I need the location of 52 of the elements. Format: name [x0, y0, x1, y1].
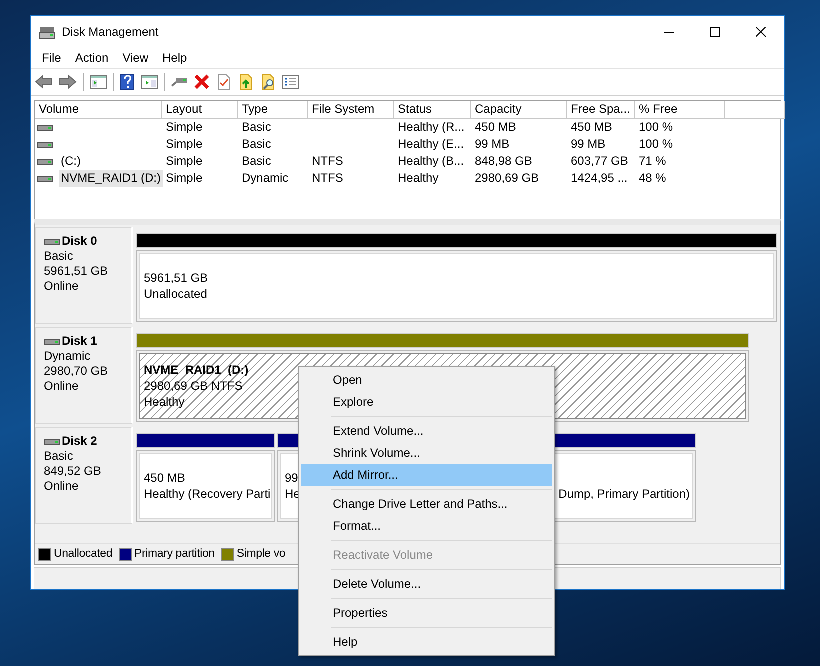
- table-cell-text: Basic: [241, 119, 272, 136]
- disk-name: Disk 2: [62, 434, 98, 449]
- disk-status: Online: [44, 279, 80, 294]
- table-cell-text: 1424,95 ...: [570, 170, 629, 187]
- table-cell-text: 450 MB: [570, 119, 614, 136]
- disk-type: Basic: [44, 249, 74, 264]
- partition-text: Healthy: [144, 395, 185, 409]
- partition-text: 99: [285, 471, 298, 485]
- table-cell-text: 100 %: [638, 136, 674, 153]
- table-cell-text: Dynamic: [241, 170, 290, 187]
- legend-label: Primary partition: [134, 548, 215, 560]
- table-cell-text: 848,98 GB: [474, 153, 534, 170]
- table-cell-text: 99 MB: [474, 136, 511, 153]
- disk-size: 849,52 GB: [44, 464, 102, 479]
- partition-text: 450 MB: [144, 471, 186, 485]
- disk-name: Disk 1: [62, 334, 98, 349]
- window-title: Disk Management: [62, 25, 159, 39]
- table-cell-text: Healthy (B...: [397, 153, 466, 170]
- table-cell-text: 603,77 GB: [570, 153, 630, 170]
- table-cell-text: NTFS: [311, 153, 344, 170]
- table-cell-text: NTFS: [311, 170, 344, 187]
- disk-type: Dynamic: [44, 349, 92, 364]
- table-cell-text: Healthy: [397, 170, 440, 187]
- table-cell-text: Simple: [165, 119, 204, 136]
- legend-label: Unallocated: [54, 548, 113, 560]
- partition-text: Dump, Primary Partition): [558, 487, 690, 501]
- table-cell-text: Simple: [165, 153, 204, 170]
- volume-title: NVME_RAID1 (D:): [144, 362, 250, 378]
- table-cell-text: 450 MB: [474, 119, 518, 136]
- table-cell-text: Healthy (R...: [397, 119, 466, 136]
- table-cell-text: Simple: [165, 170, 204, 187]
- table-cell-text: Simple: [165, 136, 204, 153]
- table-cell-text: 48 %: [638, 170, 668, 187]
- disk-name: Disk 0: [62, 234, 98, 249]
- partition-text: Healthy (Recovery Parti: [144, 487, 271, 501]
- partition-text: Unallocated: [144, 287, 208, 301]
- table-cell-text: 2980,69 GB: [474, 170, 540, 187]
- disk-type: Basic: [44, 449, 74, 464]
- disk-size: 5961,51 GB: [44, 264, 110, 279]
- table-cell-text: 71 %: [638, 153, 668, 170]
- table-cell-text: Healthy (E...: [397, 136, 466, 153]
- partition-text: 2980,69 GB NTFS: [144, 379, 243, 393]
- table-cell-text: Basic: [241, 136, 272, 153]
- legend-label: Simple vo: [236, 548, 286, 560]
- table-cell-text: 99 MB: [570, 136, 607, 153]
- disk-size: 2980,70 GB: [44, 364, 110, 379]
- menu-item: Reactivate Volume: [332, 547, 434, 564]
- partition-text: 5961,51 GB: [144, 271, 208, 285]
- disk-status: Online: [44, 479, 80, 494]
- disk-status: Online: [44, 379, 80, 394]
- table-cell-text: Basic: [241, 153, 272, 170]
- table-cell-text: 100 %: [638, 119, 674, 136]
